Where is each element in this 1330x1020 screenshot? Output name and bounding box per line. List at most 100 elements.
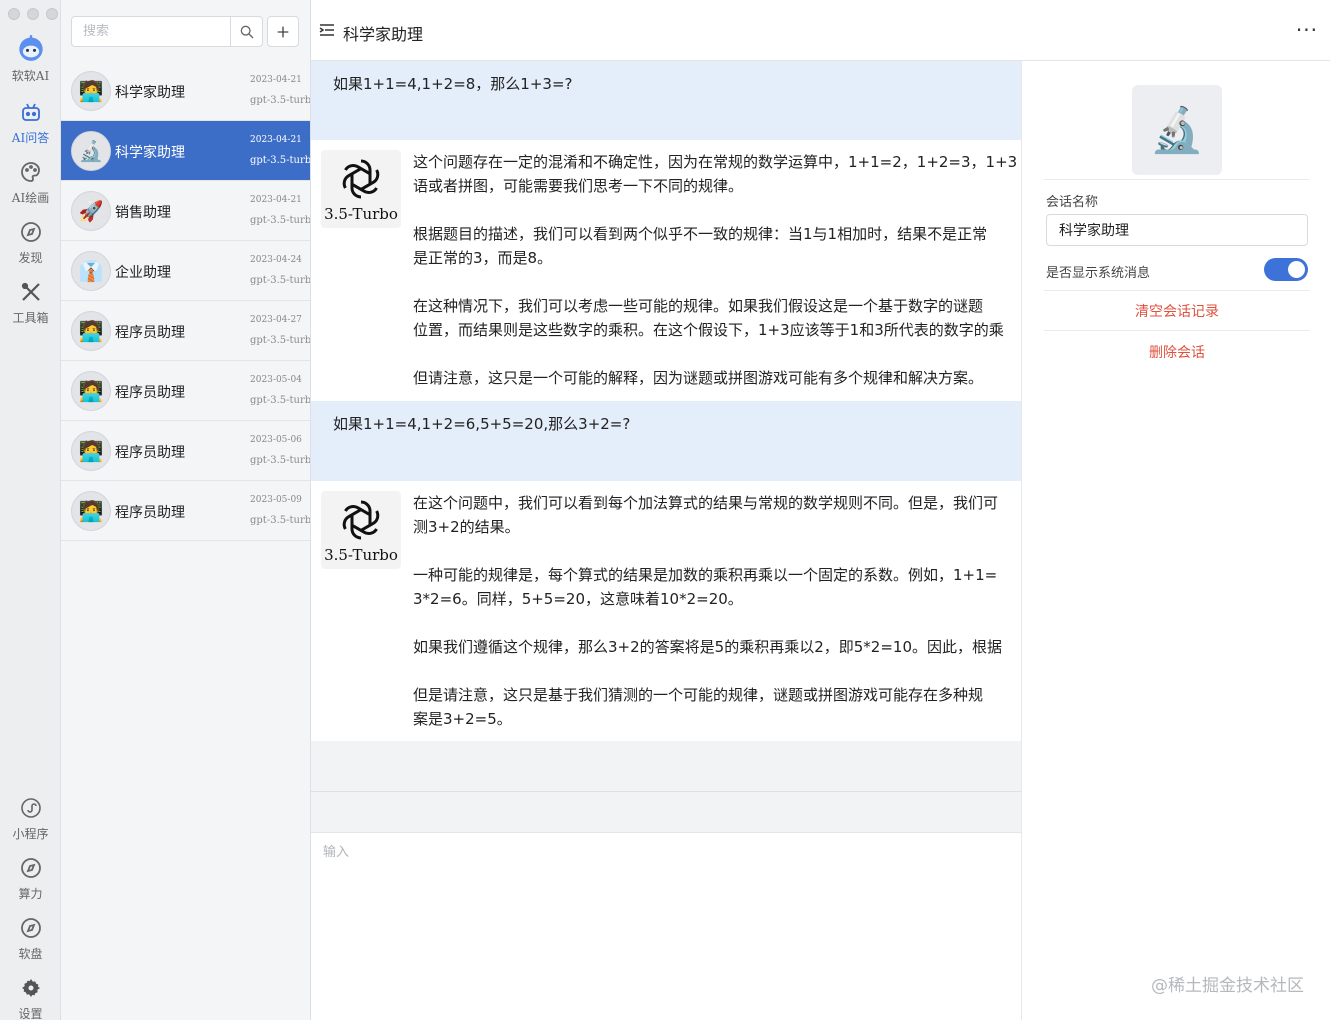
avatar: 🔬 — [71, 131, 111, 171]
openai-logo-icon — [342, 159, 380, 199]
add-conversation-button[interactable] — [267, 16, 299, 47]
openai-logo-icon — [342, 500, 380, 540]
app-rail: 软软AI AI问答 AI绘画 发现 工具箱 小程序 算力 软盘 设置 — [0, 0, 61, 1020]
text-line: 语或者拼图，可能需要我们思考一下不同的规律。 — [413, 177, 744, 195]
rail-item-settings[interactable]: 设置 — [0, 976, 61, 1020]
paragraph: 根据题目的描述，我们可以看到两个似乎不一致的规律：当1与1相加时，结果不是正常是… — [413, 222, 1021, 270]
divider — [1044, 290, 1309, 291]
text-line: 一种可能的规律是，每个算式的结果是加数的乘积再乘以一个固定的系数。例如，1+1= — [413, 566, 998, 584]
zoom-window-button[interactable] — [46, 8, 58, 20]
text-line: 在这种情况下，我们可以考虑一些可能的规律。如果我们假设这是一个基于数字的谜题 — [413, 297, 984, 315]
text-line: 位置，而结果则是这些数字的乘积。在这个假设下，1+3应该等于1和3所代表的数字的… — [413, 321, 1004, 339]
paragraph: 在这种情况下，我们可以考虑一些可能的规律。如果我们假设这是一个基于数字的谜题位置… — [413, 294, 1021, 342]
rail-item-drive[interactable]: 软盘 — [0, 916, 61, 962]
gear-icon — [21, 979, 40, 997]
conversation-date: 2023-05-06 — [250, 435, 302, 445]
rail-item-ai-qa[interactable]: AI问答 — [0, 100, 61, 146]
page-title: 科学家助理 — [343, 25, 424, 44]
divider — [1044, 179, 1309, 180]
assistant-message: 3.5-Turbo 在这个问题中，我们可以看到每个加法算式的结果与常规的数学规则… — [311, 481, 1021, 741]
conversation-model: gpt-3.5-turbo — [250, 455, 311, 466]
rail-label: 算力 — [18, 887, 43, 901]
conversation-model: gpt-3.5-turbo — [250, 155, 311, 166]
compass-icon — [20, 222, 41, 242]
conversation-item[interactable]: 👔 企业助理 2023-04-24 gpt-3.5-turbo — [61, 241, 310, 301]
rail-item-discover[interactable]: 发现 — [0, 220, 61, 266]
conversation-date: 2023-05-09 — [250, 495, 302, 505]
avatar: 🧑‍💻 — [71, 371, 111, 411]
conversation-item[interactable]: 🧑‍💻 程序员助理 2023-05-09 gpt-3.5-turbo — [61, 481, 311, 541]
conversation-name: 科学家助理 — [115, 85, 185, 101]
more-options-button[interactable]: ··· — [1296, 18, 1318, 42]
text-line: 在这个问题中，我们可以看到每个加法算式的结果与常规的数学规则不同。但是，我们可 — [413, 494, 999, 512]
rail-item-home[interactable]: 软软AI — [0, 34, 61, 84]
rail-item-mini-program[interactable]: 小程序 — [0, 796, 61, 842]
plus-icon — [277, 26, 289, 37]
model-avatar: 3.5-Turbo — [321, 491, 401, 569]
compass-icon — [20, 918, 41, 938]
text-line: 测3+2的结果。 — [413, 518, 520, 536]
conversation-date: 2023-04-27 — [250, 315, 302, 325]
conversation-item[interactable]: 🚀 销售助理 2023-04-21 gpt-3.5-turbo — [61, 181, 310, 241]
rail-label: 软软AI — [11, 69, 50, 83]
clear-history-button[interactable]: 清空会话记录 — [1046, 301, 1308, 321]
conversation-model: gpt-3.5-turbo — [250, 335, 311, 346]
window-controls — [8, 8, 58, 20]
search-button[interactable] — [230, 17, 262, 46]
conversation-item[interactable]: 🧑‍💻 程序员助理 2023-04-27 gpt-3.5-turbo — [61, 301, 311, 361]
rail-label: 小程序 — [12, 827, 49, 841]
search-input[interactable] — [72, 17, 230, 46]
assistant-message: 3.5-Turbo 这个问题存在一定的混淆和不确定性，因为在常规的数学运算中，1… — [311, 140, 1021, 401]
conversation-name: 销售助理 — [115, 205, 171, 221]
minimize-window-button[interactable] — [27, 8, 39, 20]
conversation-model: gpt-3.5-turbo — [250, 395, 311, 406]
model-label: 3.5-Turbo — [324, 546, 398, 564]
show-system-toggle[interactable] — [1264, 258, 1308, 281]
search-icon — [240, 25, 253, 38]
chat-header: 科学家助理 ··· — [311, 0, 1330, 61]
paragraph: 这个问题存在一定的混淆和不确定性，因为在常规的数学运算中，1+1=2，1+2=3… — [413, 150, 1021, 198]
conversation-item[interactable]: 🧑‍💻 科学家助理 2023-04-21 gpt-3.5-turbo — [61, 61, 311, 121]
conversation-model: gpt-3.5-turbo — [250, 95, 311, 106]
text-line: 案是3+2=5。 — [413, 710, 512, 728]
conversation-settings-panel: 🔬 会话名称 是否显示系统消息 清空会话记录 删除会话 — [1021, 61, 1330, 1020]
rail-item-ai-draw[interactable]: AI绘画 — [0, 160, 61, 206]
rail-label: 工具箱 — [12, 311, 49, 325]
rail-item-toolbox[interactable]: 工具箱 — [0, 280, 61, 326]
avatar: 🧑‍💻 — [71, 311, 111, 351]
conversation-avatar[interactable]: 🔬 — [1132, 85, 1222, 175]
conversation-name-field[interactable] — [1046, 214, 1308, 246]
conversation-item[interactable]: 🧑‍💻 程序员助理 2023-05-04 gpt-3.5-turbo — [61, 361, 311, 421]
delete-conversation-button[interactable]: 删除会话 — [1046, 342, 1308, 362]
mini-program-icon — [20, 798, 41, 818]
rail-label: 软盘 — [18, 947, 43, 961]
rail-label: 设置 — [18, 1007, 43, 1020]
text-line: 但请注意，这只是一个可能的解释，因为谜题或拼图游戏可能有多个规律和解决方案。 — [413, 369, 984, 387]
search-box — [71, 16, 263, 47]
paragraph: 在这个问题中，我们可以看到每个加法算式的结果与常规的数学规则不同。但是，我们可测… — [413, 491, 1021, 539]
close-window-button[interactable] — [8, 8, 20, 20]
user-message-text: 如果1+1=4,1+2=6,5+5=20,那么3+2=? — [333, 415, 631, 433]
conversation-date: 2023-04-21 — [250, 195, 302, 205]
conversation-item[interactable]: 🧑‍💻 程序员助理 2023-05-06 gpt-3.5-turbo — [61, 421, 311, 481]
avatar: 🧑‍💻 — [71, 71, 111, 111]
assistant-message-body: 这个问题存在一定的混淆和不确定性，因为在常规的数学运算中，1+1=2，1+2=3… — [413, 150, 1021, 401]
text-line: 是正常的3，而是8。 — [413, 249, 553, 267]
list-menu-icon[interactable] — [319, 23, 335, 37]
text-line: 但是请注意，这只是基于我们猜测的一个可能的规律，谜题或拼图游戏可能存在多种规 — [413, 686, 984, 704]
conversation-item-active[interactable]: 🔬 科学家助理 2023-04-21 gpt-3.5-turbo — [61, 121, 311, 181]
compass-icon — [20, 858, 41, 878]
palette-icon — [20, 162, 40, 182]
conversation-model: gpt-3.5-turbo — [250, 515, 311, 526]
rail-label: 发现 — [18, 251, 43, 265]
conversation-name: 程序员助理 — [115, 325, 185, 341]
tools-icon — [21, 282, 40, 301]
model-avatar: 3.5-Turbo — [321, 150, 401, 228]
paragraph: 但是请注意，这只是基于我们猜测的一个可能的规律，谜题或拼图游戏可能存在多种规 案是… — [413, 683, 1021, 731]
conversation-date: 2023-05-04 — [250, 375, 302, 385]
paragraph: 但请注意，这只是一个可能的解释，因为谜题或拼图游戏可能有多个规律和解决方案。 — [413, 366, 1021, 390]
robot-logo-icon — [18, 35, 43, 61]
conversation-name: 企业助理 — [115, 265, 171, 281]
rail-item-compute[interactable]: 算力 — [0, 856, 61, 902]
paragraph: 一种可能的规律是，每个算式的结果是加数的乘积再乘以一个固定的系数。例如，1+1=… — [413, 563, 1021, 611]
